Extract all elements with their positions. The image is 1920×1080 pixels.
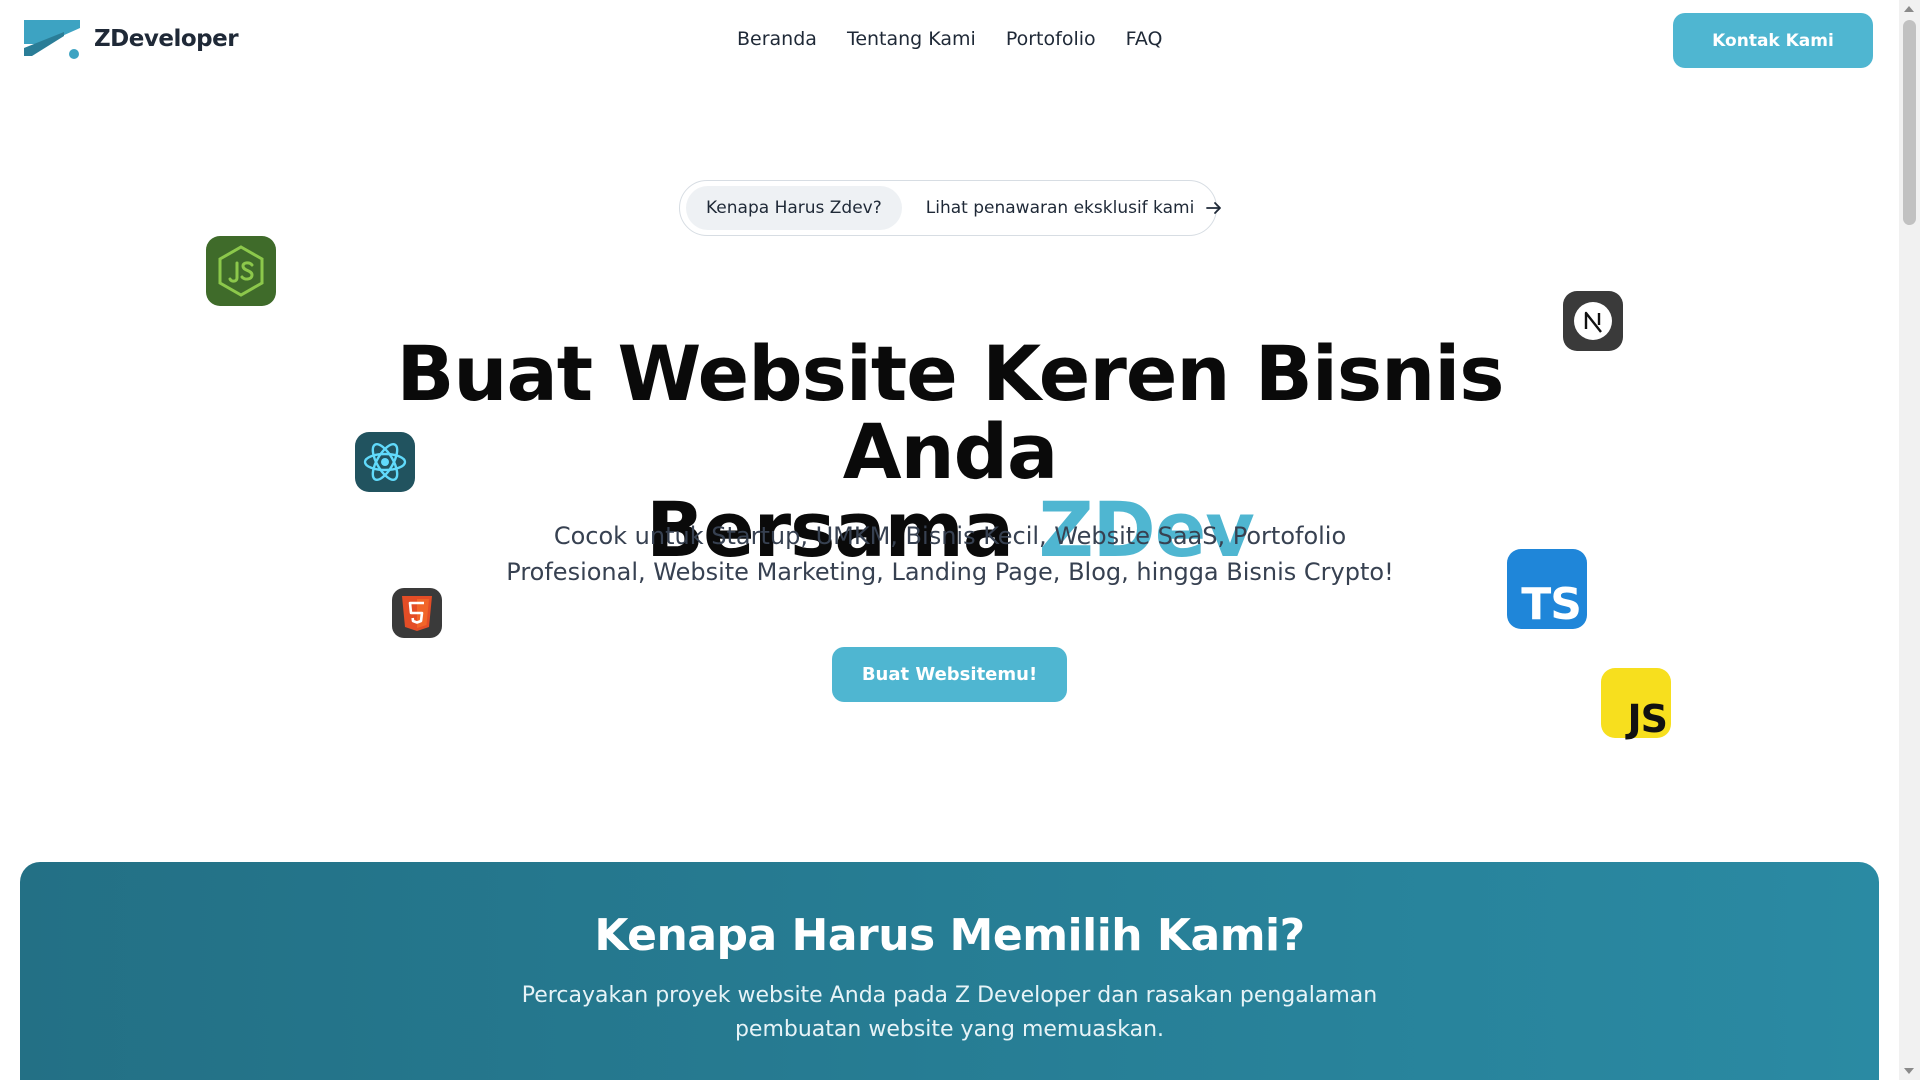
scroll-up-icon[interactable] (1904, 6, 1914, 12)
html5-icon (392, 588, 442, 638)
announcement-link[interactable]: Lihat penawaran eksklusif kami (926, 198, 1223, 218)
nav-item-tentang-kami[interactable]: Tentang Kami (847, 28, 976, 50)
contact-button[interactable]: Kontak Kami (1673, 13, 1873, 68)
section-description: Percayakan proyek website Anda pada Z De… (521, 983, 1378, 1042)
nodejs-icon (206, 236, 276, 306)
scroll-down-icon[interactable] (1904, 1068, 1914, 1074)
nav-item-faq[interactable]: FAQ (1126, 28, 1163, 50)
section-title: Kenapa Harus Memilih Kami? (594, 910, 1305, 961)
main-nav: Beranda Tentang Kami Portofolio FAQ (737, 28, 1162, 50)
arrow-right-icon (1206, 202, 1222, 214)
hero-subtitle: Cocok untuk Startup, UMKM, Bisnis Kecil,… (506, 522, 1394, 586)
nav-item-portofolio[interactable]: Portofolio (1006, 28, 1096, 50)
javascript-icon: JS (1601, 668, 1671, 738)
vertical-scrollbar[interactable] (1899, 0, 1920, 1080)
nav-item-beranda[interactable]: Beranda (737, 28, 817, 50)
javascript-label: JS (1627, 697, 1668, 741)
logo-mark-icon (24, 20, 80, 59)
scrollbar-thumb[interactable] (1903, 20, 1916, 225)
announcement-tag: Kenapa Harus Zdev? (686, 186, 902, 230)
logo[interactable]: ZDeveloper (24, 18, 239, 60)
why-choose-us-section: Kenapa Harus Memilih Kami? Percayakan pr… (20, 862, 1879, 1080)
page: ZDeveloper Beranda Tentang Kami Portofol… (0, 0, 1899, 1080)
logo-text: ZDeveloper (94, 26, 239, 52)
typescript-label: TS (1521, 579, 1582, 630)
hero-title-line1: Buat Website Keren Bisnis Anda (396, 329, 1504, 496)
announcement-pill: Kenapa Harus Zdev? Lihat penawaran ekskl… (679, 180, 1222, 236)
create-website-button[interactable]: Buat Websitemu! (832, 647, 1067, 702)
announcement-link-label: Lihat penawaran eksklusif kami (925, 198, 1195, 218)
